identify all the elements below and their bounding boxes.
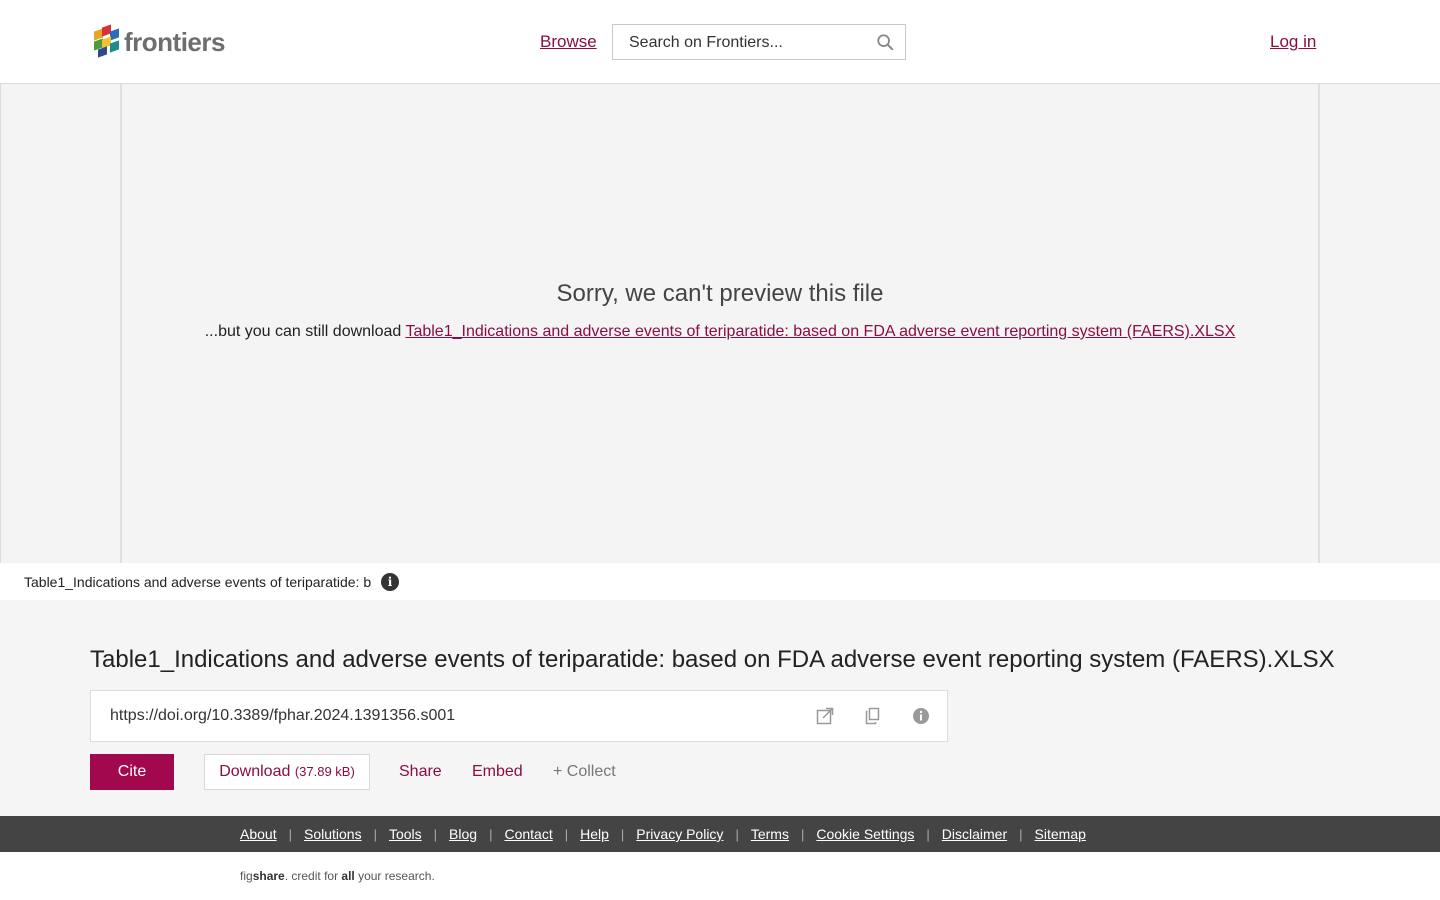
- login-link[interactable]: Log in: [1270, 32, 1316, 52]
- file-label-strip: Table1_Indications and adverse events of…: [0, 563, 1440, 600]
- doi-text[interactable]: https://doi.org/10.3389/fphar.2024.13913…: [110, 707, 455, 725]
- share-link[interactable]: Share: [399, 763, 442, 781]
- footer-separator: |: [373, 826, 377, 842]
- download-label: Download: [219, 763, 291, 780]
- cite-button[interactable]: Cite: [90, 754, 174, 790]
- figshare-all: all: [341, 869, 355, 883]
- item-metadata: Table1_Indications and adverse events of…: [0, 600, 1440, 816]
- footer-separator: |: [433, 826, 438, 842]
- footer-links: About | Solutions | Tools | Blog | Contact | …: [240, 826, 1086, 842]
- collect-link[interactable]: + Collect: [553, 763, 616, 781]
- footer-separator: |: [620, 826, 625, 842]
- footer-separator: |: [564, 826, 569, 842]
- footer-link-solutions[interactable]: Solutions: [304, 826, 362, 842]
- figshare-credit: figshare. credit for all your research.: [240, 869, 435, 883]
- footer-separator: |: [489, 826, 493, 842]
- doi-info-icon[interactable]: [911, 706, 931, 726]
- item-title: Table1_Indications and adverse events of…: [90, 646, 1335, 673]
- footer-separator: |: [800, 826, 805, 842]
- footer-separator: |: [288, 826, 292, 842]
- frontiers-logo[interactable]: frontiers: [94, 24, 225, 58]
- logo-mark-icon: [94, 24, 120, 58]
- footer-link-tools[interactable]: Tools: [389, 826, 422, 842]
- download-button[interactable]: Download (37.89 kB): [204, 754, 370, 790]
- info-icon[interactable]: i: [381, 573, 399, 591]
- browse-link[interactable]: Browse: [540, 32, 597, 52]
- search-box: [612, 24, 906, 60]
- footer-link-privacy-policy[interactable]: Privacy Policy: [636, 826, 723, 842]
- footer-separator: |: [735, 826, 739, 842]
- footer-link-contact[interactable]: Contact: [504, 826, 552, 842]
- figshare-share: share: [252, 869, 285, 883]
- open-external-icon[interactable]: [815, 706, 835, 726]
- footer-link-sitemap[interactable]: Sitemap: [1035, 826, 1086, 842]
- download-prefix-text: ...but you can still download: [204, 323, 406, 340]
- footer-bar: About | Solutions | Tools | Blog | Contact | …: [0, 816, 1440, 852]
- copy-icon[interactable]: [863, 706, 883, 726]
- footer-separator: |: [926, 826, 930, 842]
- search-input[interactable]: [627, 32, 871, 54]
- figshare-fig: fig: [240, 869, 253, 883]
- footer-link-about[interactable]: About: [240, 826, 277, 842]
- logo-text: frontiers: [124, 27, 225, 57]
- embed-link[interactable]: Embed: [472, 763, 523, 781]
- file-preview-area: Sorry, we can't preview this file ...but…: [0, 84, 1440, 563]
- footer-link-disclaimer[interactable]: Disclaimer: [942, 826, 1007, 842]
- download-size: (37.89 kB): [294, 764, 355, 779]
- footer-link-terms[interactable]: Terms: [751, 826, 789, 842]
- file-strip-name: Table1_Indications and adverse events of…: [24, 574, 371, 590]
- file-download-link[interactable]: Table1_Indications and adverse events of…: [405, 323, 1235, 340]
- footer-link-cookie-settings[interactable]: Cookie Settings: [816, 826, 914, 842]
- figshare-research-text: your research.: [354, 869, 435, 883]
- site-header: frontiers Browse Log in: [0, 0, 1440, 84]
- preview-download-message: ...but you can still download Table1_Ind…: [0, 323, 1440, 341]
- figshare-credit-text: . credit for: [284, 869, 342, 883]
- doi-box: https://doi.org/10.3389/fphar.2024.13913…: [90, 690, 948, 742]
- preview-unavailable-heading: Sorry, we can't preview this file: [556, 280, 884, 307]
- footer-link-help[interactable]: Help: [580, 826, 609, 842]
- footer-link-blog[interactable]: Blog: [449, 826, 477, 842]
- footer-separator: |: [1019, 826, 1023, 842]
- search-icon[interactable]: [876, 33, 894, 51]
